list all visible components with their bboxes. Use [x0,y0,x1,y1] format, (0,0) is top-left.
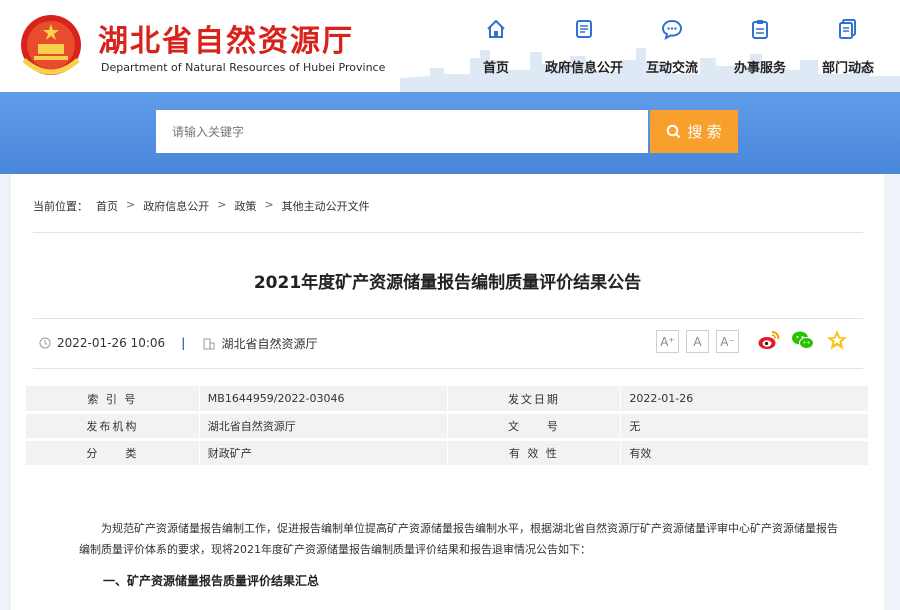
table-key: 索 引 号 [25,385,200,414]
breadcrumb-separator: > [217,198,227,211]
publish-date: 2022-01-26 10:06 [57,336,166,350]
table-value: 无 [620,412,869,441]
publish-source: 湖北省自然资源厅 [221,336,318,351]
article-paragraph: 为规范矿产资源储量报告编制工作，促进报告编制单位提高矿产资源储量报告编制水平，根… [79,522,838,556]
font-increase-button[interactable]: A⁺ [656,330,679,353]
breadcrumb-policy[interactable]: 政策 [234,198,256,214]
table-key: 分 类 [25,439,200,468]
breadcrumb: 当前位置： 首页 > 政府信息公开 > 政策 > 其他主动公开文件 [33,198,370,214]
wechat-icon[interactable] [791,328,815,352]
nav-item-services[interactable]: 办事服务 [716,18,804,76]
table-key: 发布机构 [25,412,200,441]
nav-item-home[interactable]: 首页 [452,18,540,76]
nav-item-gov-info[interactable]: 政府信息公开 [540,18,628,76]
table-value: 财政矿产 [198,439,448,468]
table-value: MB1644959/2022-03046 [198,385,448,414]
clipboard-icon [752,20,768,39]
home-icon [487,19,505,38]
breadcrumb-prefix: 当前位置： [33,200,88,213]
nav-item-label: 政府信息公开 [544,61,623,76]
divider [33,368,863,369]
table-value: 2022-01-26 [620,385,869,414]
font-decrease-button[interactable]: A⁻ [716,330,739,353]
search-button[interactable]: 搜 索 [650,110,738,153]
site-subtitle: Department of Natural Resources of Hubei… [101,61,386,74]
table-key: 有 效 性 [446,439,622,468]
chat-icon [661,19,683,40]
article-meta: 2022-01-26 10:06 | 湖北省自然资源厅 A⁺ A A⁻ [33,318,863,368]
weibo-icon[interactable] [757,328,781,352]
nav-item-label: 首页 [482,61,509,76]
table-value: 有效 [620,439,869,468]
nav-item-news[interactable]: 部门动态 [804,18,892,76]
breadcrumb-home[interactable]: 首页 [96,198,118,214]
site-title: 湖北省自然资源厅 [98,24,354,59]
site-header: 湖北省自然资源厅 Department of Natural Resources… [0,0,900,92]
table-key: 发文日期 [446,385,622,414]
nav-item-label: 互动交流 [645,61,698,76]
nav-item-label: 部门动态 [821,61,874,76]
font-size-controls: A⁺ A A⁻ [656,330,739,353]
table-row: 索 引 号 MB1644959/2022-03046 发文日期 2022-01-… [25,385,869,414]
search-icon [667,124,681,139]
document-icon [576,20,592,38]
search-button-label: 搜 索 [687,124,722,141]
content-card: 当前位置： 首页 > 政府信息公开 > 政策 > 其他主动公开文件 2021年度… [11,174,884,610]
breadcrumb-separator: > [126,198,136,211]
share-buttons [757,328,849,352]
main-nav: 首页 政府信息公开 互动交流 办事服务 部门动态 [452,18,892,76]
news-icon [839,19,856,39]
section-heading: 一、矿产资源储量报告质量评价结果汇总 [103,574,320,588]
font-default-button[interactable]: A [686,330,709,353]
organization-icon [202,338,215,350]
table-row: 分 类 财政矿产 有 效 性 有效 [25,439,869,468]
favorite-icon[interactable] [825,328,849,352]
breadcrumb-gov-info[interactable]: 政府信息公开 [143,198,209,214]
table-row: 发布机构 湖北省自然资源厅 文 号 无 [25,412,869,441]
clock-icon [39,337,51,349]
breadcrumb-other-files[interactable]: 其他主动公开文件 [282,198,370,214]
table-value: 湖北省自然资源厅 [198,412,448,441]
breadcrumb-separator: > [264,198,274,211]
table-key: 文 号 [446,412,622,441]
nav-item-label: 办事服务 [733,61,786,76]
document-info-table: 索 引 号 MB1644959/2022-03046 发文日期 2022-01-… [25,385,869,468]
meta-separator: | [181,336,186,350]
search-input[interactable] [156,110,648,153]
national-emblem-logo [21,15,81,75]
nav-item-interaction[interactable]: 互动交流 [628,18,716,76]
article-title: 2021年度矿产资源储量报告编制质量评价结果公告 [253,273,642,293]
divider [33,232,863,233]
